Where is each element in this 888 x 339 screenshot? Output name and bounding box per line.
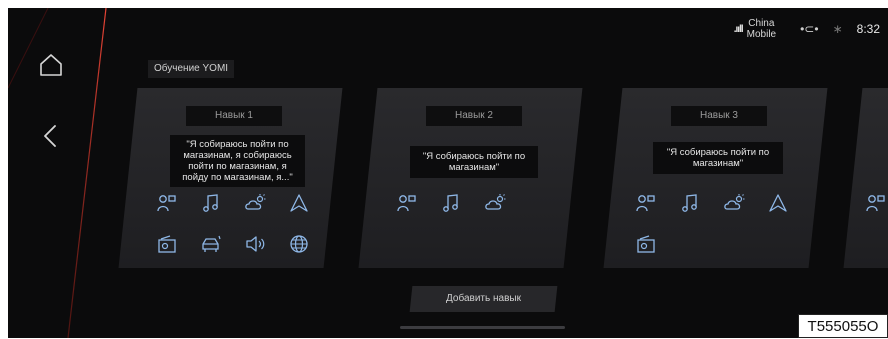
status-bar: .ııll China Mobile •⊂• ∗ 8:32	[734, 14, 888, 44]
home-icon	[38, 52, 64, 78]
contacts-icon[interactable]	[396, 192, 418, 214]
skill-card-3[interactable]: Навык 3 "Я собираюсь пойти по магазинам"	[604, 88, 828, 268]
weather-icon[interactable]	[723, 192, 745, 214]
bluetooth-icon: ∗	[833, 22, 843, 36]
skill-card-2[interactable]: Навык 2 "Я собираюсь пойти по магазинам"	[359, 88, 583, 268]
usb-icon: •⊂•	[800, 22, 818, 36]
music-icon[interactable]	[440, 192, 462, 214]
signal-strength-icon: .ııll	[734, 24, 743, 35]
home-button[interactable]	[36, 50, 66, 80]
screen: .ııll China Mobile •⊂• ∗ 8:32 Обучение Y…	[8, 8, 888, 338]
skill-label: Навык 1	[186, 106, 282, 126]
navigation-icon[interactable]	[767, 192, 789, 214]
globe-icon[interactable]	[288, 233, 310, 255]
carrier-info: .ııll China Mobile	[734, 18, 776, 40]
vehicle-icon[interactable]	[200, 233, 222, 255]
skill-label: Навык 2	[426, 106, 522, 126]
contacts-icon[interactable]	[865, 192, 887, 214]
skill-phrase: "Я собираюсь пойти по магазинам"	[653, 142, 783, 174]
radio-icon[interactable]	[635, 233, 657, 255]
music-icon[interactable]	[679, 192, 701, 214]
horizontal-scrollbar[interactable]	[400, 326, 565, 329]
skill-label: Навык 3	[671, 106, 767, 126]
add-skill-label: Добавить навык	[411, 286, 556, 312]
image-reference-code: T555055O	[798, 314, 888, 338]
back-arrow-icon	[38, 123, 64, 149]
carrier-name: China Mobile	[747, 18, 776, 40]
music-icon[interactable]	[200, 192, 222, 214]
weather-icon[interactable]	[244, 192, 266, 214]
contacts-icon[interactable]	[635, 192, 657, 214]
page-title: Обучение YOMI	[148, 60, 234, 78]
skill-card-1[interactable]: Навык 1 "Я собираюсь пойти по магазинам,…	[119, 88, 343, 268]
skill-phrase: "Я собираюсь пойти по магазинам, я собир…	[170, 135, 305, 187]
clock: 8:32	[857, 22, 880, 36]
weather-icon[interactable]	[484, 192, 506, 214]
volume-icon[interactable]	[244, 233, 266, 255]
back-button[interactable]	[36, 121, 66, 151]
add-skill-button[interactable]: Добавить навык	[410, 286, 558, 312]
skill-phrase: "Я собираюсь пойти по магазинам"	[410, 146, 538, 178]
radio-icon[interactable]	[156, 233, 178, 255]
navigation-icon[interactable]	[288, 192, 310, 214]
contacts-icon[interactable]	[156, 192, 178, 214]
